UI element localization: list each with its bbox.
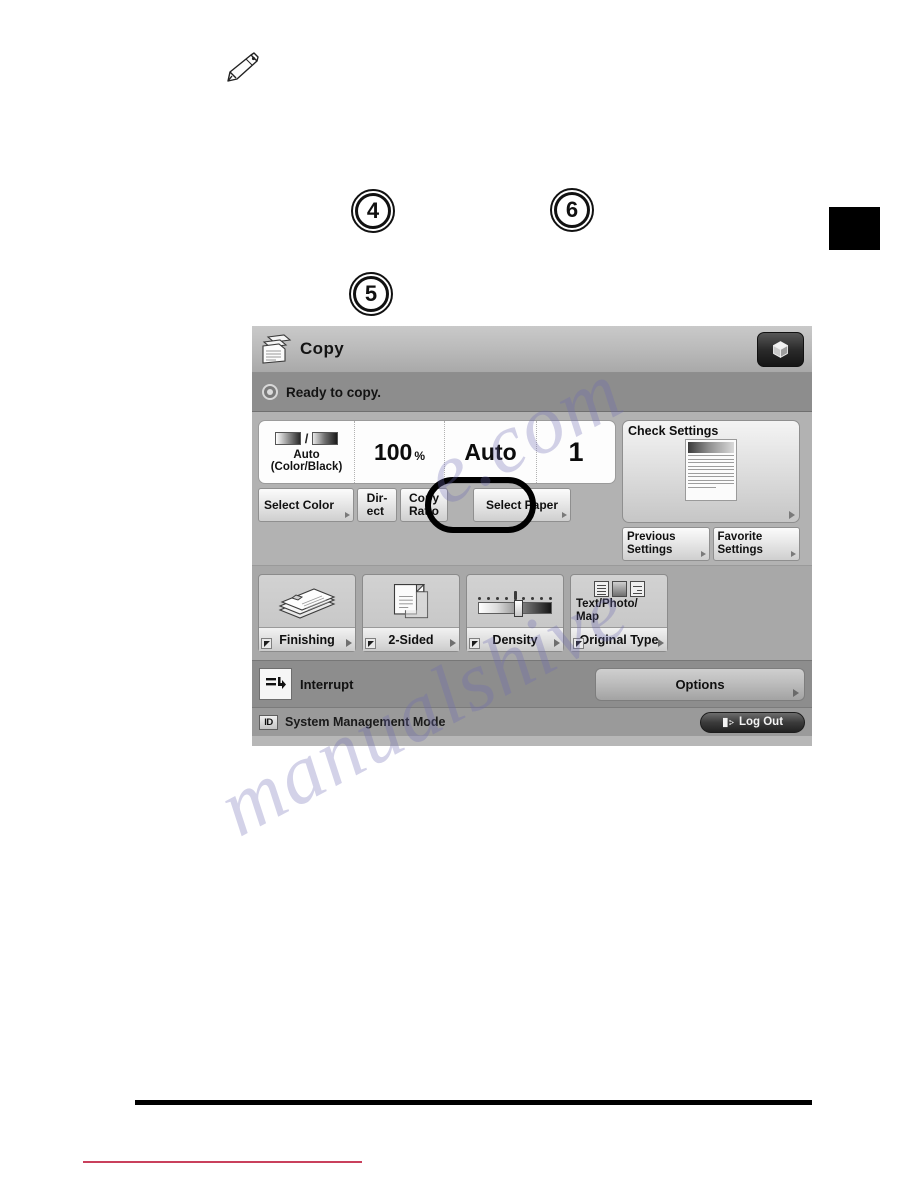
options-button[interactable]: Options	[595, 667, 805, 701]
check-settings-title: Check Settings	[628, 424, 719, 438]
main-settings-area: / Auto (Color/Black) 100 % Auto 1 Select…	[252, 412, 812, 565]
density-slider-icon	[478, 590, 552, 617]
callout-step-4: 4	[351, 189, 395, 233]
cube-icon-button[interactable]	[757, 332, 804, 367]
interrupt-options-strip: Interrupt Options	[252, 660, 812, 707]
select-color-button[interactable]: Select Color	[258, 488, 354, 522]
chevron-right-icon	[562, 512, 567, 518]
expand-corner-icon	[261, 638, 272, 649]
status-bar: Ready to copy.	[252, 373, 812, 412]
finishing-button[interactable]: Finishing	[258, 574, 356, 652]
favorite-settings-button[interactable]: Favorite Settings	[712, 527, 800, 561]
direct-button[interactable]: Dir- ect	[357, 488, 397, 522]
check-settings-panel[interactable]: Check Settings	[622, 420, 800, 523]
direct-label: Dir- ect	[366, 491, 388, 518]
two-sided-label: 2-Sided	[388, 632, 434, 647]
chevron-right-icon	[789, 511, 795, 519]
readout-copy-ratio: 100 %	[355, 421, 445, 483]
readouts-block: / Auto (Color/Black) 100 % Auto 1 Select…	[258, 420, 616, 561]
system-mode-text: System Management Mode	[285, 715, 446, 729]
logout-icon	[722, 717, 734, 727]
density-button[interactable]: Density	[466, 574, 564, 652]
previous-settings-label: Previous Settings	[627, 531, 676, 556]
previous-settings-button[interactable]: Previous Settings	[622, 527, 710, 561]
copy-ratio-button[interactable]: Copy Ratio	[400, 488, 448, 522]
cube-icon	[773, 341, 788, 358]
chevron-right-icon	[700, 551, 706, 557]
chevron-right-icon	[346, 639, 352, 647]
status-indicator-icon	[262, 384, 278, 400]
chevron-right-icon	[791, 551, 796, 557]
interrupt-button[interactable]	[259, 668, 292, 700]
color-black-swatch-icon: /	[274, 431, 339, 446]
map-icon	[629, 581, 645, 597]
select-paper-button[interactable]: Select Paper	[473, 488, 571, 522]
footer-bar: ID System Management Mode Log Out	[252, 707, 812, 736]
options-label: Options	[675, 676, 725, 692]
readout-color-mode: / Auto (Color/Black)	[259, 421, 355, 483]
photo-icon	[611, 581, 627, 597]
select-paper-label: Select Paper	[485, 497, 559, 512]
favorite-settings-label: Favorite Settings	[717, 531, 763, 556]
function-button-row: Finishing 2-Sided Density Text/Photo/ Ma…	[252, 565, 812, 660]
settings-button-row: Previous Settings Favorite Settings	[622, 527, 800, 561]
expand-corner-icon	[469, 638, 480, 649]
original-type-button[interactable]: Text/Photo/ Map Original Type	[570, 574, 668, 652]
paper-value: Auto	[464, 438, 517, 465]
finishing-label: Finishing	[279, 632, 335, 647]
check-settings-block: Check Settings Previous Settings Favorit…	[622, 420, 800, 561]
expand-corner-icon	[365, 638, 376, 649]
readout-strip: / Auto (Color/Black) 100 % Auto 1	[258, 420, 616, 484]
mini-button-row: Select Color Dir- ect Copy Ratio Select …	[258, 477, 616, 533]
copy-ratio-value: 100	[373, 438, 413, 465]
log-out-label: Log Out	[738, 716, 784, 728]
page-title: Copy	[300, 339, 345, 358]
copy-ratio-unit: %	[414, 448, 426, 463]
expand-corner-icon	[573, 638, 584, 649]
original-type-value: Text/Photo/ Map	[576, 598, 638, 623]
callout-step-5: 5	[349, 272, 393, 316]
interrupt-label: Interrupt	[300, 676, 354, 692]
document-preview-icon	[685, 439, 737, 501]
original-type-icon	[593, 581, 645, 597]
copier-touch-screen: Copy Ready to copy. / Auto (Color/Black)…	[252, 326, 812, 746]
copy-ratio-label: Copy Ratio	[409, 491, 439, 518]
black-page-tab	[829, 207, 880, 250]
chevron-right-icon	[793, 688, 799, 697]
density-label: Density	[492, 632, 538, 647]
readout-paper: Auto	[445, 421, 537, 483]
pencil-icon	[222, 50, 262, 84]
readout-quantity: 1	[537, 421, 615, 483]
log-out-button[interactable]: Log Out	[700, 711, 805, 733]
chevron-right-icon	[554, 639, 560, 647]
callout-number: 5	[364, 281, 378, 306]
callout-number: 4	[366, 198, 380, 223]
interrupt-icon	[265, 677, 286, 689]
callout-step-6: 6	[550, 188, 594, 232]
footer-divider	[135, 1100, 812, 1105]
original-type-label: Original Type	[579, 632, 659, 647]
color-mode-line1: Auto	[293, 448, 320, 461]
callout-number: 6	[565, 197, 579, 222]
two-sided-page-icon	[393, 584, 429, 619]
id-badge: ID	[259, 714, 278, 730]
two-sided-button[interactable]: 2-Sided	[362, 574, 460, 652]
color-mode-line2: (Color/Black)	[270, 461, 343, 473]
chevron-right-icon	[658, 639, 664, 647]
select-color-label: Select Color	[264, 497, 335, 512]
finishing-stack-icon	[278, 588, 336, 619]
chevron-right-icon	[345, 512, 350, 518]
titlebar: Copy	[252, 326, 812, 373]
status-message: Ready to copy.	[286, 384, 382, 400]
chevron-right-icon	[450, 639, 456, 647]
red-underline	[83, 1161, 362, 1163]
copy-document-icon	[260, 334, 294, 364]
quantity-value: 1	[568, 436, 584, 467]
text-icon	[593, 581, 609, 597]
